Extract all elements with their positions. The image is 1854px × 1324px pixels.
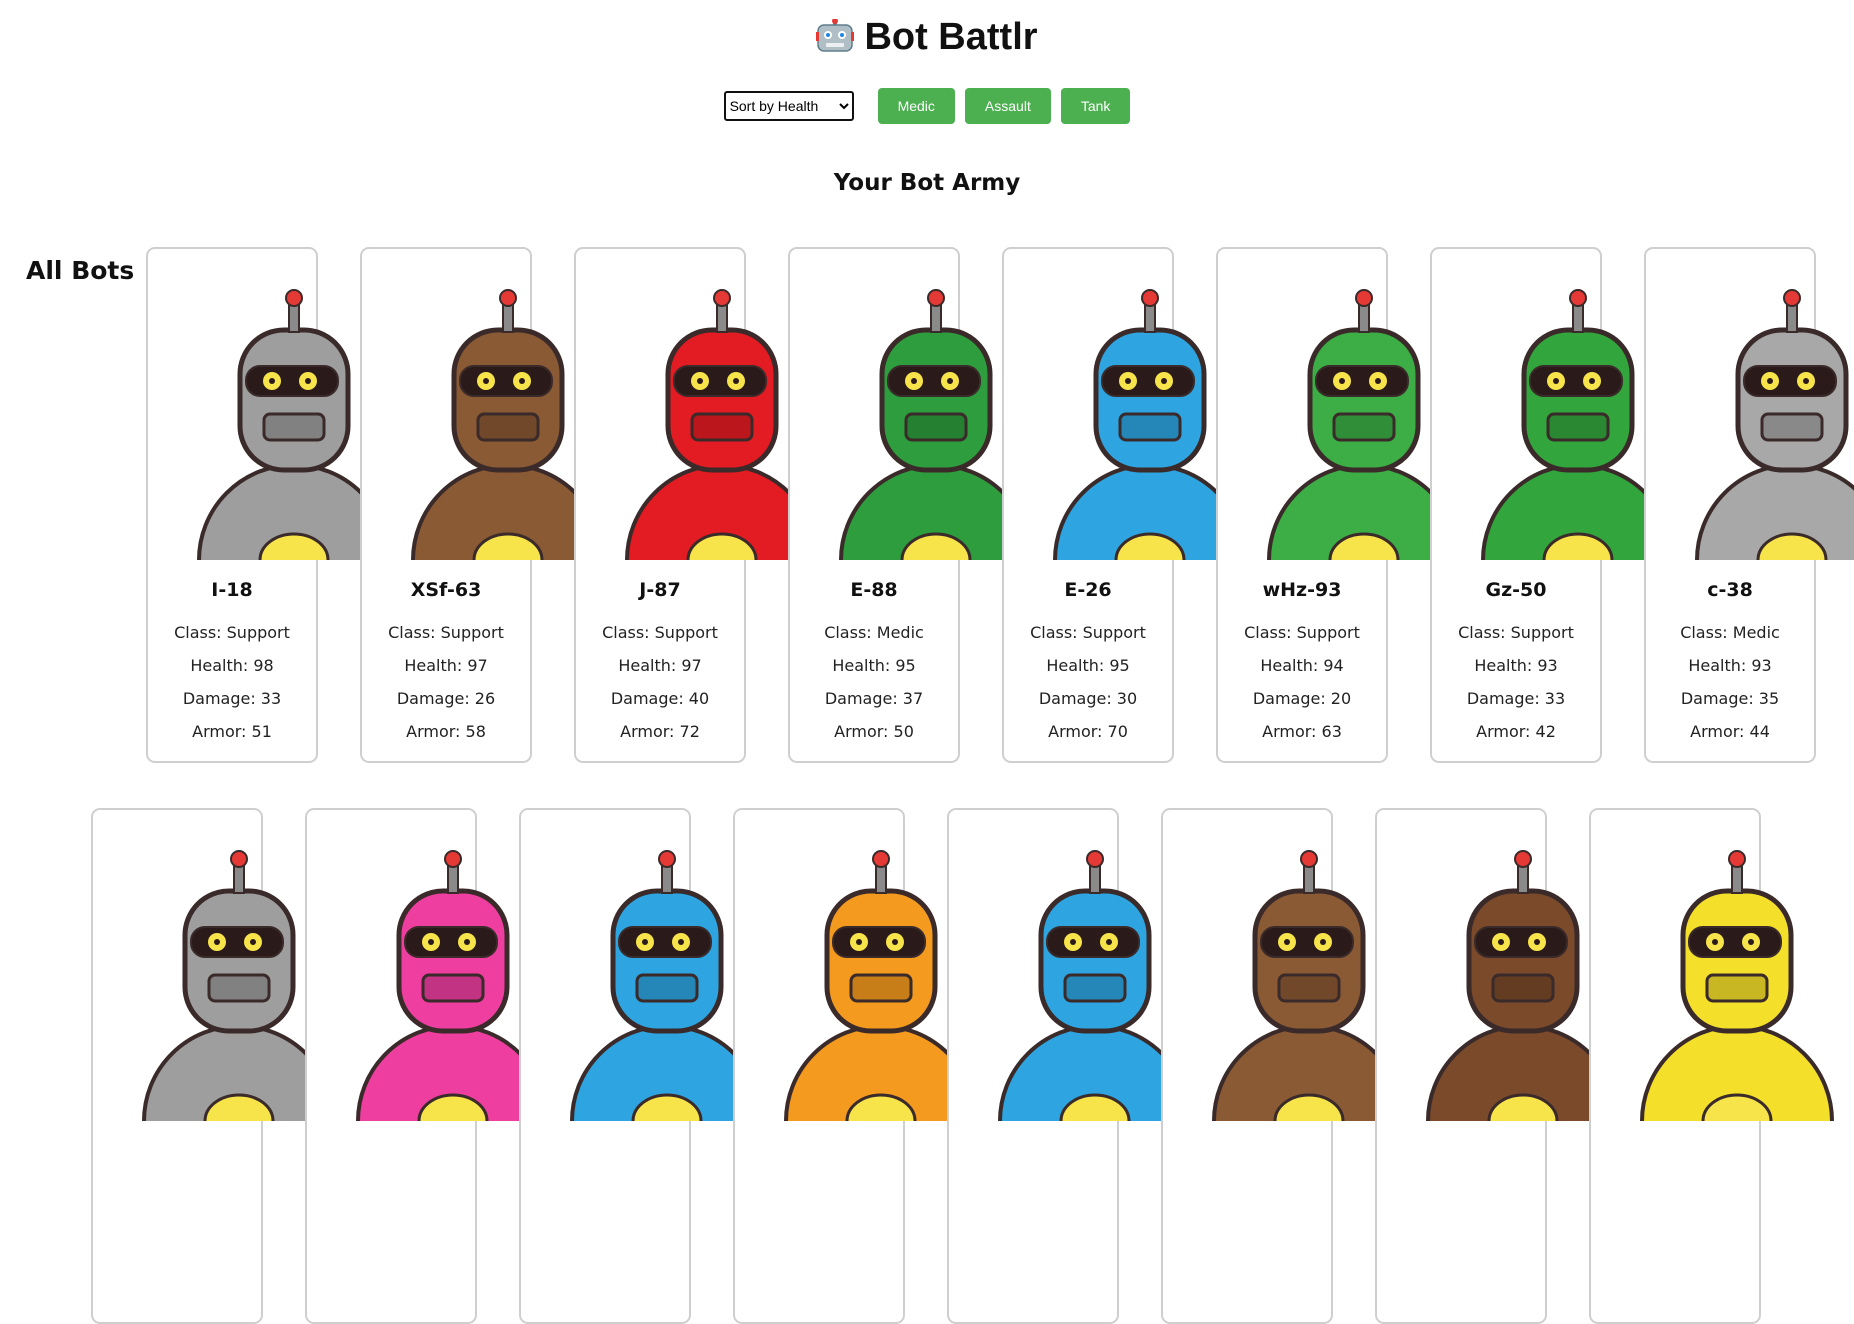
bot-army-heading: Your Bot Army: [833, 170, 1021, 196]
bot-health: Health: 95: [832, 656, 916, 675]
bot-class: Class: Support: [1244, 623, 1360, 642]
bot-name: E-26: [1064, 579, 1112, 601]
filter-tank-button[interactable]: Tank: [1060, 88, 1131, 124]
bot-class: Class: Support: [174, 623, 290, 642]
sort-select[interactable]: Sort by Health: [723, 91, 854, 121]
bot-health: Health: 94: [1260, 656, 1344, 675]
bot-damage: Damage: 33: [182, 689, 282, 708]
bot-name: wHz-93: [1262, 579, 1342, 601]
bot-health: Health: 93: [1688, 656, 1772, 675]
bot-avatar: [1684, 246, 1854, 560]
bot-avatar: [1629, 807, 1854, 1121]
bot-damage: Damage: 35: [1680, 689, 1780, 708]
bot-name: Gz-50: [1485, 579, 1547, 601]
bot-stats: XSf-63 Class: Support Health: 97 Damage: 26…: [362, 579, 530, 755]
bot-stats: E-88 Class: Medic Health: 95 Damage: 37 Armo…: [790, 579, 958, 755]
filter-medic-button[interactable]: Medic: [877, 88, 955, 124]
bot-armor: Armor: 58: [406, 722, 486, 741]
bot-name: I-18: [211, 579, 253, 601]
all-bots-heading: All Bots: [26, 256, 135, 285]
bot-class: Class: Support: [1030, 623, 1146, 642]
bot-damage: Damage: 37: [824, 689, 924, 708]
bot-armor: Armor: 63: [1262, 722, 1342, 741]
bot-health: Health: 93: [1474, 656, 1558, 675]
bot-class: Class: Medic: [1680, 623, 1780, 642]
bot-health: Health: 97: [404, 656, 488, 675]
bot-health: Health: 98: [190, 656, 274, 675]
robot-icon: [816, 18, 855, 63]
bot-armor: Armor: 70: [1048, 722, 1128, 741]
bot-name: XSf-63: [410, 579, 482, 601]
bot-damage: Damage: 26: [396, 689, 496, 708]
bot-damage: Damage: 40: [610, 689, 710, 708]
bot-armor: Armor: 42: [1476, 722, 1556, 741]
bot-stats: Gz-50 Class: Support Health: 93 Damage: 33 A…: [1432, 579, 1600, 755]
bot-damage: Damage: 20: [1252, 689, 1352, 708]
bot-damage: Damage: 30: [1038, 689, 1138, 708]
bot-armor: Armor: 50: [834, 722, 914, 741]
bot-armor: Armor: 72: [620, 722, 700, 741]
bot-armor: Armor: 44: [1690, 722, 1770, 741]
bot-class: Class: Support: [1458, 623, 1574, 642]
bot-armor: Armor: 51: [192, 722, 272, 741]
bot-class: Class: Medic: [824, 623, 924, 642]
bot-class: Class: Support: [602, 623, 718, 642]
bot-stats: J-87 Class: Support Health: 97 Damage: 40 Ar…: [576, 579, 744, 755]
page-title: Bot Battlr: [0, 16, 1854, 63]
toolbar: Sort by Health Medic Assault Tank: [0, 88, 1854, 124]
bot-stats: wHz-93 Class: Support Health: 94 Damage: 20…: [1218, 579, 1386, 755]
bot-class: Class: Support: [388, 623, 504, 642]
bot-stats: c-38 Class: Medic Health: 93 Damage: 35 Armo…: [1646, 579, 1814, 755]
app-title-text: Bot Battlr: [864, 16, 1038, 58]
bot-name: c-38: [1707, 579, 1753, 601]
bot-stats: E-26 Class: Support Health: 95 Damage: 30 Ar…: [1004, 579, 1172, 755]
bot-health: Health: 95: [1046, 656, 1130, 675]
bot-health: Health: 97: [618, 656, 702, 675]
bot-name: E-88: [850, 579, 898, 601]
bot-stats: I-18 Class: Support Health: 98 Damage: 33 Ar…: [148, 579, 316, 755]
bot-damage: Damage: 33: [1466, 689, 1566, 708]
filter-assault-button[interactable]: Assault: [964, 88, 1051, 124]
bot-name: J-87: [639, 579, 681, 601]
